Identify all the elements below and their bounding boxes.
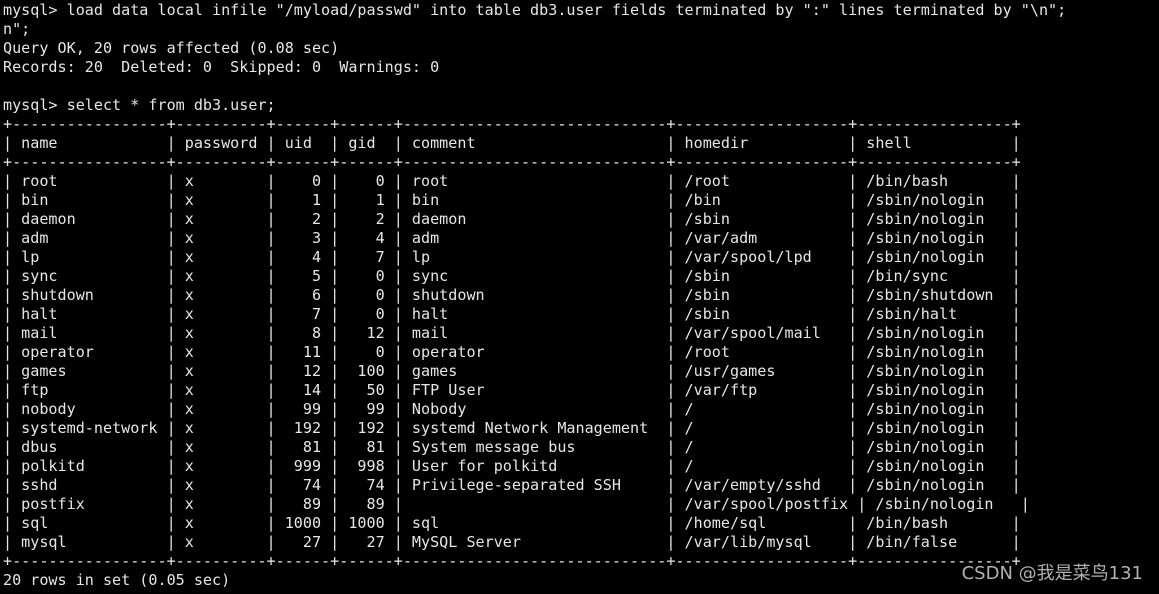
- table-row: | shutdown | x | 6 | 0 | shutdown | /sbi…: [3, 286, 1021, 304]
- table-row: | dbus | x | 81 | 81 | System message bu…: [3, 438, 1021, 456]
- table-row: | lp | x | 4 | 7 | lp | /var/spool/lpd |…: [3, 248, 1021, 266]
- table-row: | nobody | x | 99 | 99 | Nobody | / | /s…: [3, 400, 1021, 418]
- table-header-row: | name | password | uid | gid | comment …: [3, 134, 1021, 152]
- table-row: | sql | x | 1000 | 1000 | sql | /home/sq…: [3, 514, 1021, 532]
- csdn-watermark: CSDN @我是菜鸟131: [961, 563, 1143, 584]
- table-border-top: +-----------------+----------+------+---…: [3, 115, 1021, 133]
- table-row: | bin | x | 1 | 1 | bin | /bin | /sbin/n…: [3, 191, 1021, 209]
- table-row: | sshd | x | 74 | 74 | Privilege-separat…: [3, 476, 1021, 494]
- table-row: | daemon | x | 2 | 2 | daemon | /sbin | …: [3, 210, 1021, 228]
- table-row: | polkitd | x | 999 | 998 | User for pol…: [3, 457, 1021, 475]
- table-row: | adm | x | 3 | 4 | adm | /var/adm | /sb…: [3, 229, 1021, 247]
- table-row: | ftp | x | 14 | 50 | FTP User | /var/ft…: [3, 381, 1021, 399]
- table-row: | sync | x | 5 | 0 | sync | /sbin | /bin…: [3, 267, 1021, 285]
- command-line-load-data: mysql> load data local infile "/myload/p…: [3, 1, 1067, 19]
- command-continuation: n";: [3, 20, 31, 38]
- records-summary: Records: 20 Deleted: 0 Skipped: 0 Warnin…: [3, 58, 440, 76]
- table-row: | mysql | x | 27 | 27 | MySQL Server | /…: [3, 533, 1021, 551]
- terminal-output: mysql> load data local infile "/myload/p…: [3, 1, 1066, 590]
- query-result-status: Query OK, 20 rows affected (0.08 sec): [3, 39, 340, 57]
- rows-in-set-summary: 20 rows in set (0.05 sec): [3, 571, 231, 589]
- table-row: | mail | x | 8 | 12 | mail | /var/spool/…: [3, 324, 1021, 342]
- table-border-header: +-----------------+----------+------+---…: [3, 153, 1021, 171]
- table-row: | operator | x | 11 | 0 | operator | /ro…: [3, 343, 1021, 361]
- table-row: | postfix | x | 89 | 89 | | /var/spool/p…: [3, 495, 1030, 513]
- table-row: | games | x | 12 | 100 | games | /usr/ga…: [3, 362, 1021, 380]
- table-row: | halt | x | 7 | 0 | halt | /sbin | /sbi…: [3, 305, 1021, 323]
- table-border-bottom: +-----------------+----------+------+---…: [3, 552, 1021, 570]
- table-row: | root | x | 0 | 0 | root | /root | /bin…: [3, 172, 1021, 190]
- command-line-select: mysql> select * from db3.user;: [3, 96, 276, 114]
- table-row: | systemd-network | x | 192 | 192 | syst…: [3, 419, 1021, 437]
